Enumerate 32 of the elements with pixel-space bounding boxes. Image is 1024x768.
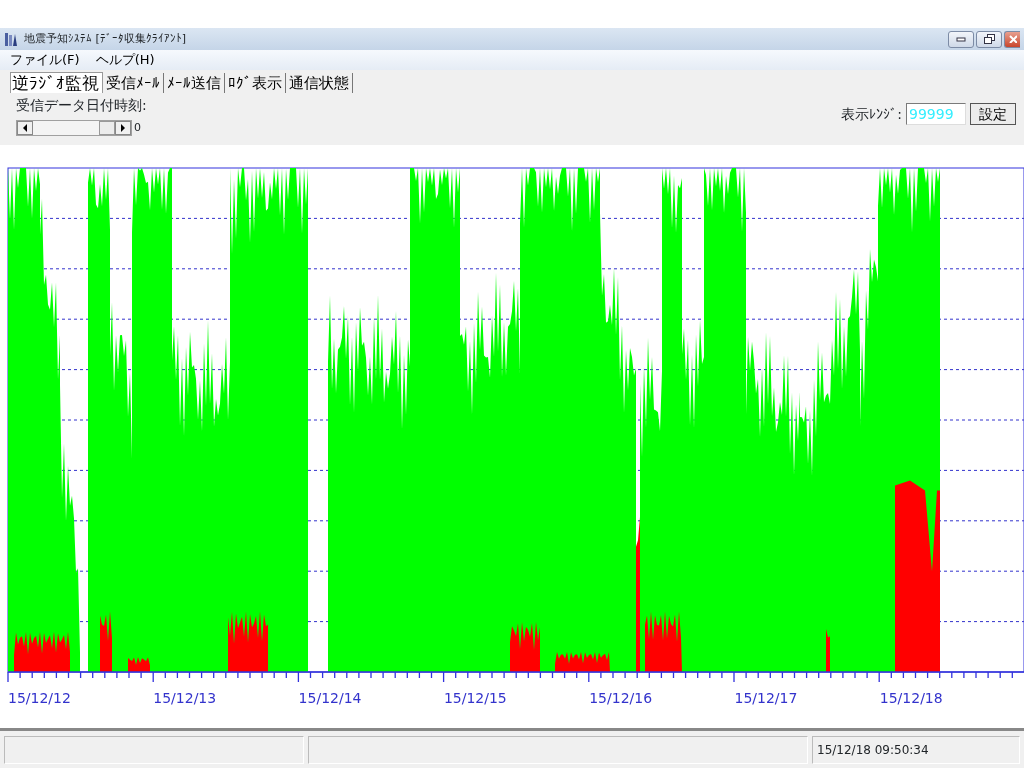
tab[interactable]: ﾒｰﾙ送信 [164,72,225,93]
set-button[interactable]: 設定 [970,103,1016,125]
axis-label: 15/12/13 [153,690,217,706]
axis-label: 15/12/16 [589,690,653,706]
status-clock: 15/12/18 09:50:34 [812,736,1020,764]
scroll-thumb[interactable] [98,121,115,136]
minimize-icon [956,36,966,42]
axis-label: 15/12/17 [734,690,798,706]
field-label: 受信データ日付時刻: [16,96,147,115]
app-icon [4,31,18,47]
menu-item[interactable]: ファイル(F) [10,50,80,70]
restore-icon [983,34,995,44]
right-arrow-icon [120,124,126,133]
tab[interactable]: 逆ﾗｼﾞｵ監視 [10,72,103,93]
menu-item[interactable]: ヘルプ(H) [95,50,155,70]
axis-label: 15/12/15 [443,690,507,706]
tab[interactable]: 通信状態 [286,72,353,93]
scroll-bar[interactable] [16,120,132,137]
restore-button[interactable] [976,30,1002,48]
close-button[interactable] [1004,30,1020,48]
scroll-right-button[interactable] [115,121,131,136]
axis-label: 15/12/12 [8,690,71,706]
scroll-left-button[interactable] [17,121,33,136]
left-arrow-icon [22,124,28,133]
field-label: 表示ﾚﾝｼﾞ: [841,104,902,124]
slider-value: 0 [134,120,141,136]
tab[interactable]: 受信ﾒｰﾙ [103,72,164,93]
close-icon [1008,35,1017,43]
axis-label: 15/12/14 [298,690,362,706]
axis-label: 15/12/18 [879,690,943,706]
tab[interactable]: ﾛｸﾞ表示 [225,72,286,93]
window-title: 地震予知ｼｽﾃﾑ [ﾃﾞｰﾀ収集ｸﾗｲｱﾝﾄ] [24,30,187,47]
